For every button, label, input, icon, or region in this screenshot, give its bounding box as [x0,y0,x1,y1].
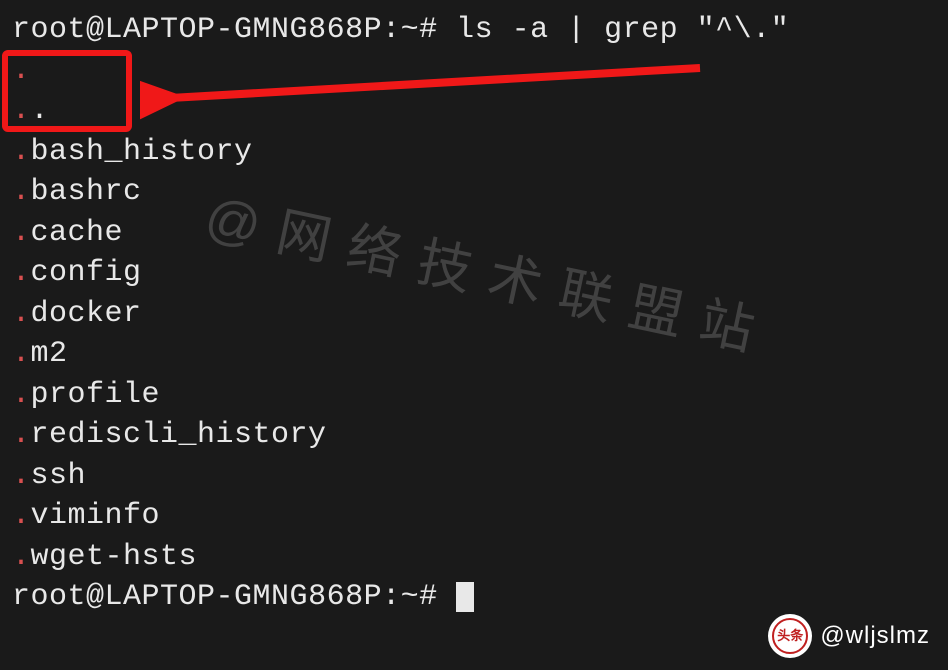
output-line: .config [12,253,936,294]
grep-match-dot: . [12,459,31,493]
footer-handle: @wljslmz [820,620,930,652]
grep-match-dot: . [12,540,31,574]
output-rest: bashrc [31,175,142,209]
cursor-icon [456,582,474,612]
grep-match-dot: . [12,418,31,452]
prompt-path: ~ [401,13,420,47]
output-line: .profile [12,375,936,416]
prompt-path: ~ [401,580,420,614]
output-line: .bash_history [12,132,936,173]
output-rest: wget-hsts [31,540,198,574]
output-rest: ssh [31,459,87,493]
command-text: ls -a | grep "^\." [456,13,789,47]
output-line: .wget-hsts [12,537,936,578]
output-rest: profile [31,378,161,412]
output-line: .rediscli_history [12,415,936,456]
grep-match-dot: . [12,175,31,209]
toutiao-badge-icon: 头条 [768,614,812,658]
footer-attribution: 头条 @wljslmz [768,614,930,658]
command-line: root@LAPTOP-GMNG868P:~# ls -a | grep "^\… [12,10,936,51]
terminal[interactable]: root@LAPTOP-GMNG868P:~# ls -a | grep "^\… [12,10,936,618]
grep-match-dot: . [12,337,31,371]
grep-match-dot: . [12,94,31,128]
output-line: . [12,51,936,92]
grep-match-dot: . [12,499,31,533]
grep-match-dot: . [12,54,31,88]
output-line: .m2 [12,334,936,375]
prompt-user: root [12,13,86,47]
prompt-symbol: # [419,580,438,614]
prompt-host: LAPTOP-GMNG868P [105,580,383,614]
output-rest: rediscli_history [31,418,327,452]
output-line: .cache [12,213,936,254]
grep-match-dot: . [12,135,31,169]
prompt-user: root [12,580,86,614]
grep-match-dot: . [12,378,31,412]
output-rest: bash_history [31,135,253,169]
output-line: .docker [12,294,936,335]
output-rest: config [31,256,142,290]
output-rest: viminfo [31,499,161,533]
grep-match-dot: . [12,216,31,250]
output-line: .ssh [12,456,936,497]
output-line: .viminfo [12,496,936,537]
output-rest: docker [31,297,142,331]
output-line: .bashrc [12,172,936,213]
prompt-host: LAPTOP-GMNG868P [105,13,383,47]
output-rest: cache [31,216,124,250]
toutiao-badge-text: 头条 [772,618,808,654]
prompt-line: root@LAPTOP-GMNG868P:~# [12,577,936,618]
output-line: .. [12,91,936,132]
output-rest: m2 [31,337,68,371]
output-rest: . [31,94,50,128]
grep-match-dot: . [12,297,31,331]
grep-match-dot: . [12,256,31,290]
prompt-symbol: # [419,13,438,47]
